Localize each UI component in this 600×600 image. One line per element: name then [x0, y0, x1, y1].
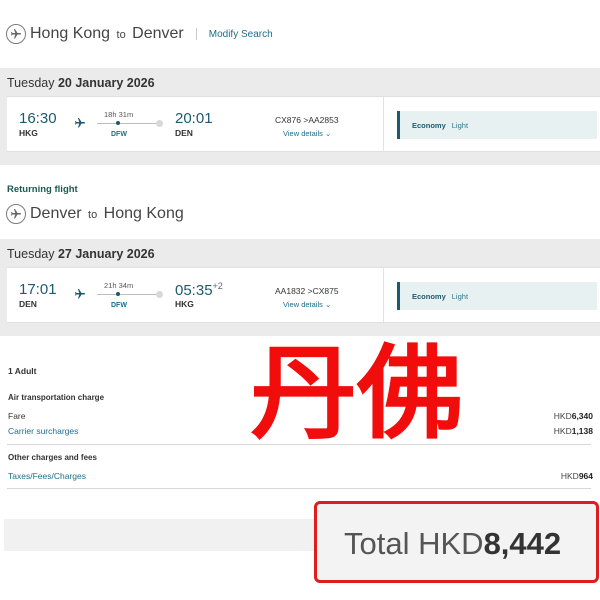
taxes-amount: HKD964 [560, 471, 593, 481]
taxes-link[interactable]: Taxes/Fees/Charges [8, 471, 86, 481]
depart-code: HKG [19, 128, 38, 138]
to-word: to [116, 29, 126, 41]
end-circle [156, 291, 163, 298]
outbound-route-header: Hong Kong to Denver Modify Search [6, 21, 273, 47]
returning-flight-label: Returning flight [7, 184, 78, 195]
depart-time: 16:30 [19, 110, 57, 127]
duration: 21h 34m [104, 281, 134, 290]
surcharge-amount: HKD1,138 [553, 426, 593, 436]
view-details-link[interactable]: View details ⌄ [283, 129, 331, 138]
outbound-route-title: Hong Kong to Denver [30, 25, 184, 43]
divider [7, 488, 591, 489]
via-code: DFW [111, 302, 127, 309]
watermark-text: 丹佛 [250, 336, 464, 440]
view-details-link[interactable]: View details ⌄ [283, 300, 331, 309]
total-bar [4, 519, 318, 551]
svg-text:丹佛: 丹佛 [250, 336, 464, 440]
to-word: to [88, 209, 98, 221]
carrier-surcharges-link[interactable]: Carrier surcharges [8, 426, 78, 436]
fare-amount: HKD6,340 [553, 411, 593, 421]
fare-label: Fare [8, 411, 26, 421]
other-charges-heading: Other charges and fees [8, 453, 97, 462]
plane-icon [74, 116, 86, 134]
arrive-time: 05:35+2 [175, 281, 223, 299]
outbound-flight-card[interactable]: 16:30 HKG 18h 31m DFW 20:01 DEN CX876 >A… [7, 96, 600, 153]
inbound-route-header: Denver to Hong Kong [6, 201, 184, 227]
plane-icon [6, 204, 26, 224]
divider [7, 444, 591, 445]
origin-city: Hong Kong [30, 25, 111, 42]
chevron-down-icon: ⌄ [324, 300, 332, 309]
total-price: Total HKD8,442 [344, 526, 562, 561]
arrive-code: DEN [175, 128, 193, 138]
inbound-flight-card[interactable]: 17:01 DEN 21h 34m DFW 05:35+2 HKG AA1832… [7, 267, 600, 324]
plane-icon [6, 24, 26, 44]
duration: 18h 31m [104, 110, 134, 119]
flight-numbers: AA1832 >CX875 [275, 286, 339, 296]
depart-code: DEN [19, 299, 37, 309]
destination-city: Hong Kong [103, 205, 184, 222]
passenger-count: 1 Adult [8, 366, 37, 376]
end-circle [156, 120, 163, 127]
arrive-code: HKG [175, 299, 194, 309]
outbound-date: Tuesday 20 January 2026 [7, 76, 155, 90]
origin-city: Denver [30, 205, 82, 222]
stop-dot [116, 292, 120, 296]
cabin-selection[interactable]: Economy Light [397, 282, 597, 310]
route-line [97, 294, 157, 295]
inbound-route-title: Denver to Hong Kong [30, 205, 184, 223]
route-line [97, 123, 157, 124]
plane-icon [74, 287, 86, 305]
chevron-down-icon: ⌄ [324, 129, 332, 138]
cabin-selection[interactable]: Economy Light [397, 111, 597, 139]
total-price-box: Total HKD8,442 [314, 501, 599, 583]
divider [383, 268, 384, 324]
divider [195, 28, 197, 40]
arrive-time: 20:01 [175, 110, 213, 127]
via-code: DFW [111, 131, 127, 138]
inbound-date: Tuesday 27 January 2026 [7, 247, 155, 261]
divider [383, 97, 384, 153]
flight-numbers: CX876 >AA2853 [275, 115, 339, 125]
modify-search-link[interactable]: Modify Search [209, 29, 273, 40]
destination-city: Denver [132, 25, 184, 42]
air-charge-heading: Air transportation charge [8, 393, 105, 402]
depart-time: 17:01 [19, 281, 57, 298]
day-offset: +2 [212, 281, 223, 291]
stop-dot [116, 121, 120, 125]
